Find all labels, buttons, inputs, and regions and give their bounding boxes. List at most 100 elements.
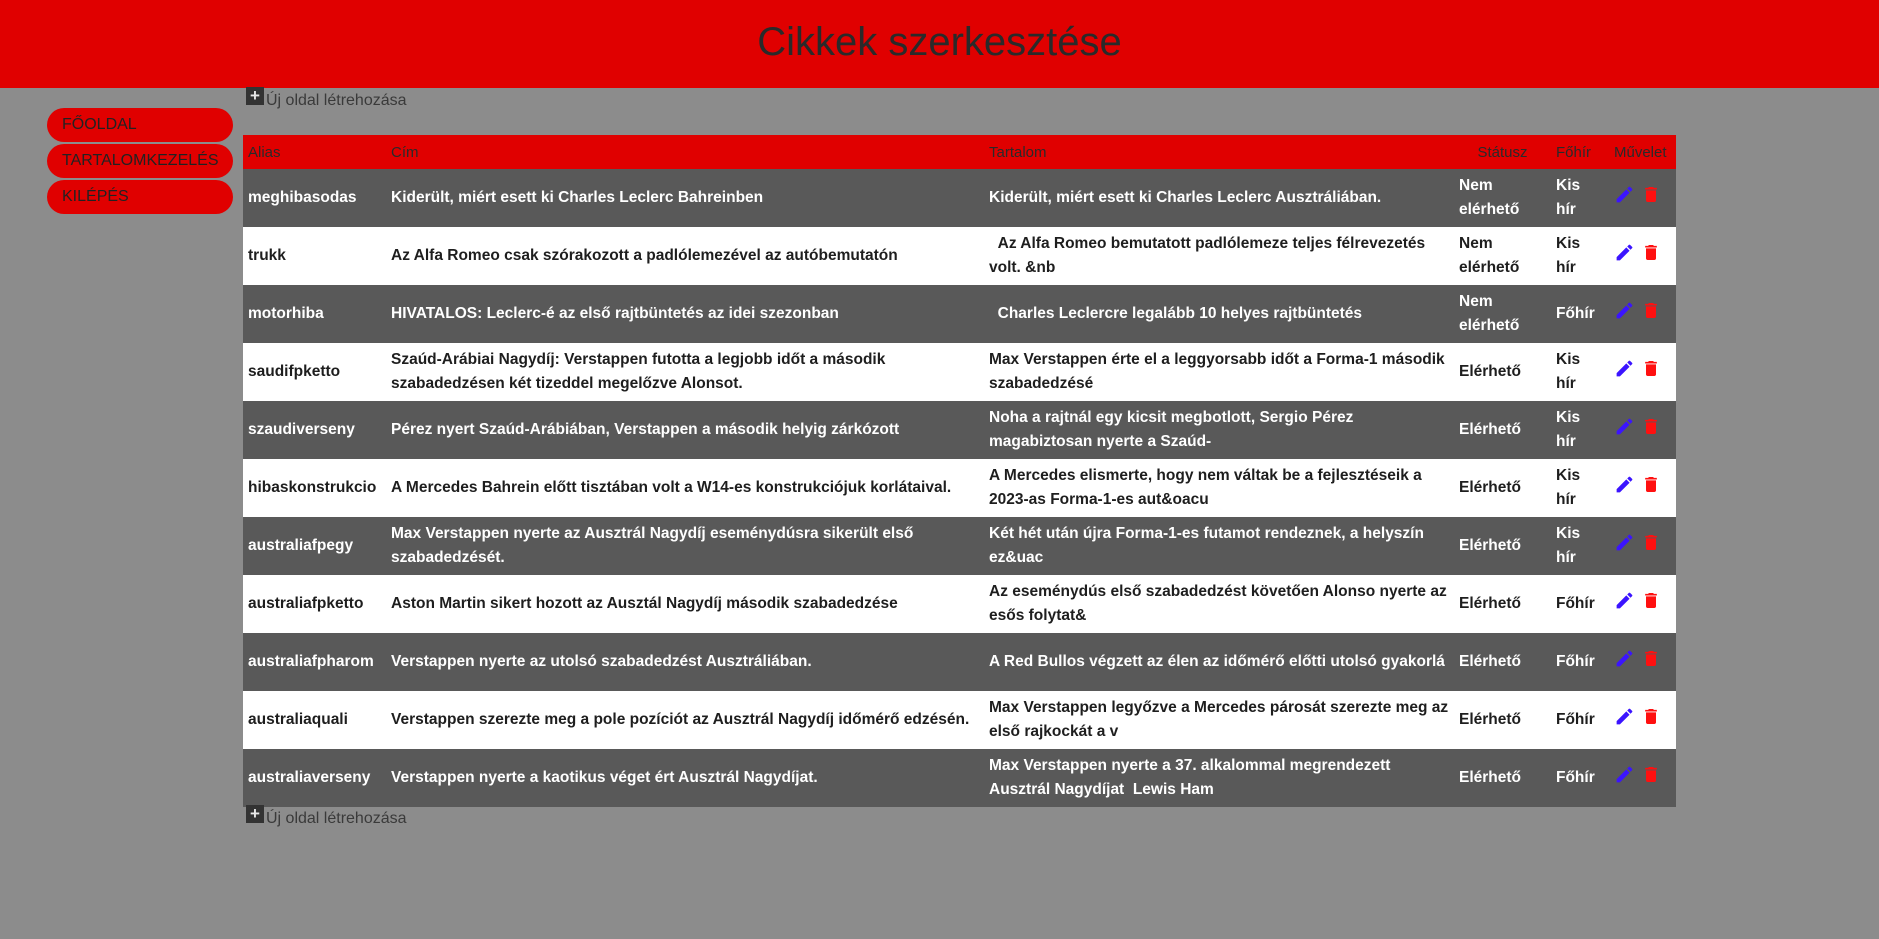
cell-content: A Mercedes elismerte, hogy nem váltak be… xyxy=(984,459,1454,517)
cell-status: Nem elérhető xyxy=(1454,285,1551,343)
cell-alias: australiaverseny xyxy=(243,749,386,807)
trash-icon[interactable] xyxy=(1641,706,1661,735)
pencil-icon[interactable] xyxy=(1614,706,1635,735)
cell-actions xyxy=(1609,227,1676,285)
cell-title: Verstappen szerezte meg a pole pozíciót … xyxy=(386,691,984,749)
new-page-link-bottom[interactable]: + Új oldal létrehozása xyxy=(246,805,407,828)
cell-type: Főhír xyxy=(1551,691,1609,749)
sidebar-item-logout[interactable]: KILÉPÉS xyxy=(47,180,233,214)
table-row: australiafpegy Max Verstappen nyerte az A… xyxy=(243,517,1676,575)
trash-icon[interactable] xyxy=(1641,184,1661,213)
sidebar-nav: FŐOLDAL TARTALOMKEZELÉS KILÉPÉS xyxy=(47,108,233,216)
cell-actions xyxy=(1609,169,1676,227)
trash-icon[interactable] xyxy=(1641,300,1661,329)
cell-content: A Red Bullos végzett az élen az időmérő … xyxy=(984,633,1454,691)
plus-icon: + xyxy=(246,87,264,105)
pencil-icon[interactable] xyxy=(1614,532,1635,561)
cell-alias: trukk xyxy=(243,227,386,285)
cell-title: HIVATALOS: Leclerc-é az első rajtbünteté… xyxy=(386,285,984,343)
column-header-title: Cím xyxy=(386,135,984,169)
cell-status: Elérhető xyxy=(1454,691,1551,749)
cell-type: Főhír xyxy=(1551,749,1609,807)
cell-status: Elérhető xyxy=(1454,343,1551,401)
trash-icon[interactable] xyxy=(1641,590,1661,619)
table-row: trukk Az Alfa Romeo csak szórakozott a pa… xyxy=(243,227,1676,285)
cell-content: Max Verstappen nyerte a 37. alkalommal m… xyxy=(984,749,1454,807)
pencil-icon[interactable] xyxy=(1614,416,1635,445)
sidebar-item-content-management[interactable]: TARTALOMKEZELÉS xyxy=(47,144,233,178)
cell-status: Elérhető xyxy=(1454,633,1551,691)
cell-status: Nem elérhető xyxy=(1454,169,1551,227)
cell-type: Kis hír xyxy=(1551,343,1609,401)
cell-title: Az Alfa Romeo csak szórakozott a padlóle… xyxy=(386,227,984,285)
table-row: saudifpketto Szaúd-Arábiai Nagydíj: Verst… xyxy=(243,343,1676,401)
cell-type: Kis hír xyxy=(1551,401,1609,459)
cell-actions xyxy=(1609,401,1676,459)
cell-alias: saudifpketto xyxy=(243,343,386,401)
cell-title: A Mercedes Bahrein előtt tisztában volt … xyxy=(386,459,984,517)
cell-content: Az eseménydús első szabadedzést követően… xyxy=(984,575,1454,633)
table-row: hibaskonstrukcio A Mercedes Bahrein előtt… xyxy=(243,459,1676,517)
cell-content: Kiderült, miért esett ki Charles Leclerc… xyxy=(984,169,1454,227)
cell-status: Elérhető xyxy=(1454,575,1551,633)
table-row: motorhiba HIVATALOS: Leclerc-é az első ra… xyxy=(243,285,1676,343)
cell-alias: hibaskonstrukcio xyxy=(243,459,386,517)
table-row: australiafpharom Verstappen nyerte az uto… xyxy=(243,633,1676,691)
cell-actions xyxy=(1609,575,1676,633)
cell-actions xyxy=(1609,749,1676,807)
pencil-icon[interactable] xyxy=(1614,242,1635,271)
new-page-link-top[interactable]: + Új oldal létrehozása xyxy=(246,87,407,110)
trash-icon[interactable] xyxy=(1641,648,1661,677)
cell-content: Charles Leclercre legalább 10 helyes raj… xyxy=(984,285,1454,343)
column-header-alias: Alias xyxy=(243,135,386,169)
cell-content: Max Verstappen legyőzve a Mercedes páros… xyxy=(984,691,1454,749)
plus-icon: + xyxy=(246,805,264,823)
cell-alias: australiafpketto xyxy=(243,575,386,633)
cell-actions xyxy=(1609,691,1676,749)
trash-icon[interactable] xyxy=(1641,416,1661,445)
pencil-icon[interactable] xyxy=(1614,590,1635,619)
trash-icon[interactable] xyxy=(1641,474,1661,503)
pencil-icon[interactable] xyxy=(1614,358,1635,387)
trash-icon[interactable] xyxy=(1641,358,1661,387)
sidebar-item-home[interactable]: FŐOLDAL xyxy=(47,108,233,142)
new-page-label: Új oldal létrehozása xyxy=(266,92,407,109)
cell-type: Kis hír xyxy=(1551,227,1609,285)
cell-alias: motorhiba xyxy=(243,285,386,343)
cell-actions xyxy=(1609,285,1676,343)
cell-type: Kis hír xyxy=(1551,517,1609,575)
cell-title: Pérez nyert Szaúd-Arábiában, Verstappen … xyxy=(386,401,984,459)
pencil-icon[interactable] xyxy=(1614,764,1635,793)
column-header-status: Státusz xyxy=(1454,135,1551,169)
trash-icon[interactable] xyxy=(1641,532,1661,561)
trash-icon[interactable] xyxy=(1641,242,1661,271)
page-title: Cikkek szerkesztése xyxy=(757,19,1122,64)
articles-table: Alias Cím Tartalom Státusz Főhír Művelet… xyxy=(243,135,1676,807)
cell-type: Főhír xyxy=(1551,633,1609,691)
cell-title: Verstappen nyerte az utolsó szabadedzést… xyxy=(386,633,984,691)
cell-alias: meghibasodas xyxy=(243,169,386,227)
pencil-icon[interactable] xyxy=(1614,184,1635,213)
cell-title: Verstappen nyerte a kaotikus véget ért A… xyxy=(386,749,984,807)
table-row: meghibasodas Kiderült, miért esett ki Cha… xyxy=(243,169,1676,227)
cell-content: Noha a rajtnál egy kicsit megbotlott, Se… xyxy=(984,401,1454,459)
cell-alias: australiafpharom xyxy=(243,633,386,691)
table-row: australiaquali Verstappen szerezte meg a … xyxy=(243,691,1676,749)
cell-status: Elérhető xyxy=(1454,749,1551,807)
new-page-label: Új oldal létrehozása xyxy=(266,810,407,827)
cell-alias: australiafpegy xyxy=(243,517,386,575)
cell-actions xyxy=(1609,517,1676,575)
pencil-icon[interactable] xyxy=(1614,474,1635,503)
table-row: szaudiverseny Pérez nyert Szaúd-Arábiában… xyxy=(243,401,1676,459)
cell-status: Elérhető xyxy=(1454,401,1551,459)
cell-content: Max Verstappen érte el a leggyorsabb idő… xyxy=(984,343,1454,401)
table-header-row: Alias Cím Tartalom Státusz Főhír Művelet xyxy=(243,135,1676,169)
cell-title: Max Verstappen nyerte az Ausztrál Nagydí… xyxy=(386,517,984,575)
cell-type: Főhír xyxy=(1551,285,1609,343)
cell-content: Az Alfa Romeo bemutatott padlólemeze tel… xyxy=(984,227,1454,285)
pencil-icon[interactable] xyxy=(1614,648,1635,677)
cell-actions xyxy=(1609,343,1676,401)
trash-icon[interactable] xyxy=(1641,764,1661,793)
cell-actions xyxy=(1609,459,1676,517)
pencil-icon[interactable] xyxy=(1614,300,1635,329)
